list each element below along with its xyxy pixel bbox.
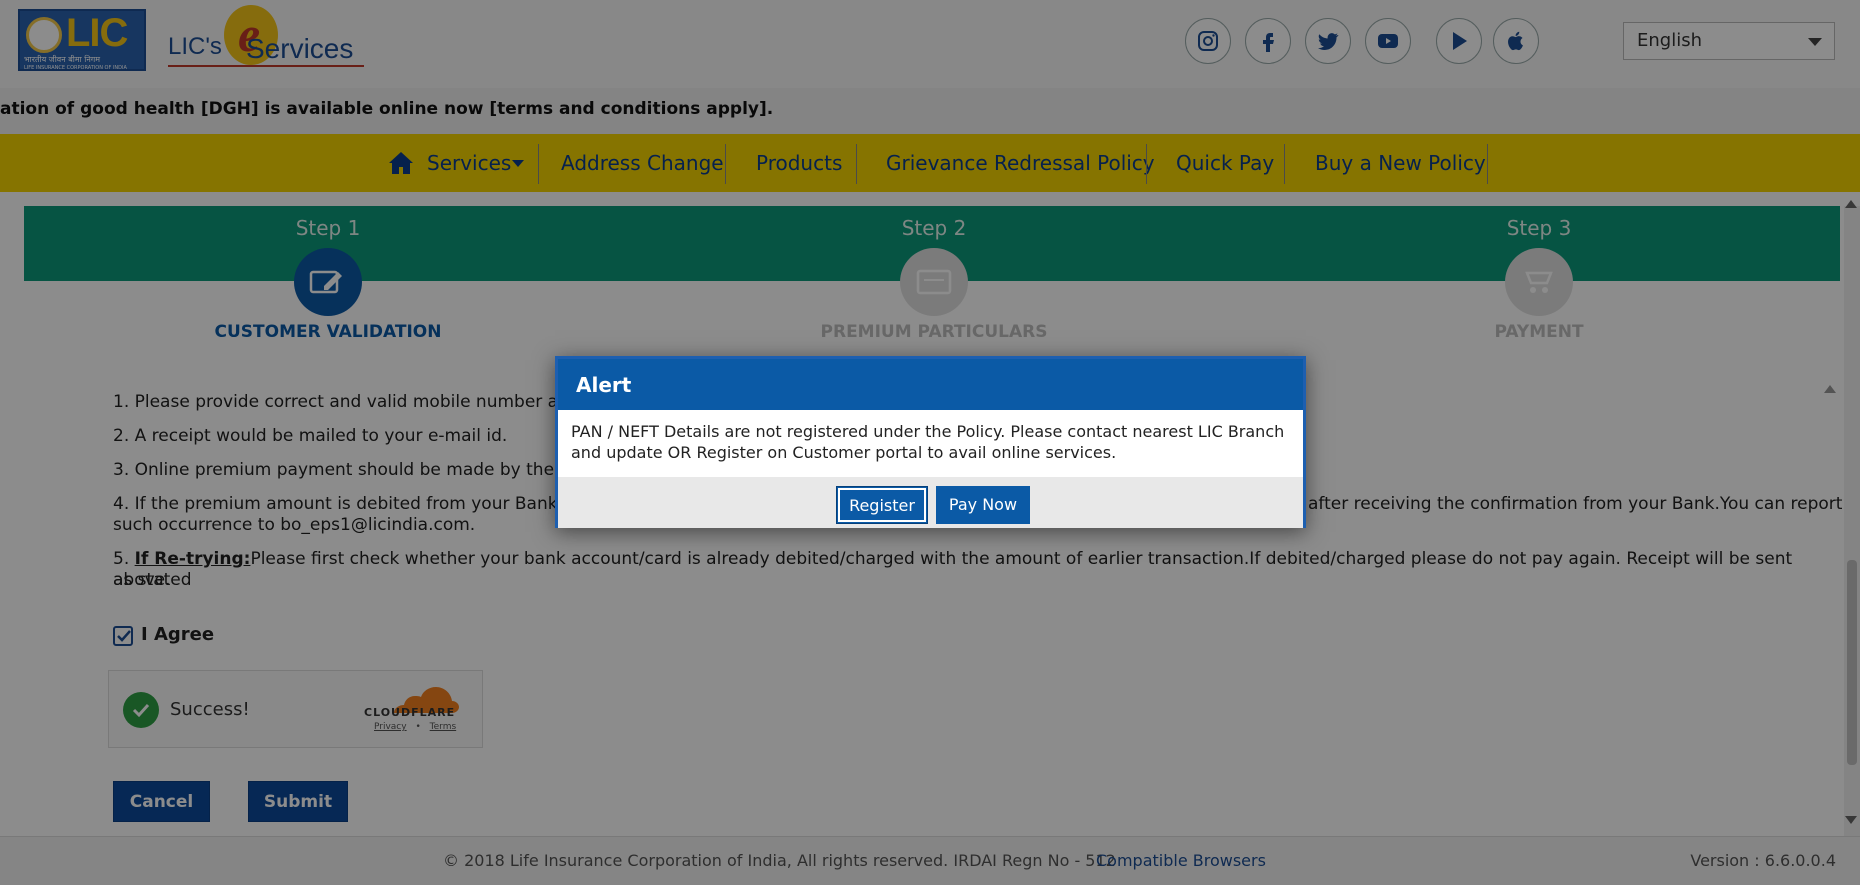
alert-message: PAN / NEFT Details are not registered un… (571, 422, 1285, 462)
pay-now-button[interactable]: Pay Now (936, 486, 1030, 524)
alert-title: Alert (576, 373, 632, 397)
alert-header: Alert (558, 359, 1303, 410)
register-button[interactable]: Register (836, 486, 928, 524)
alert-footer (558, 477, 1303, 528)
alert-dialog: Alert PAN / NEFT Details are not registe… (555, 356, 1306, 528)
